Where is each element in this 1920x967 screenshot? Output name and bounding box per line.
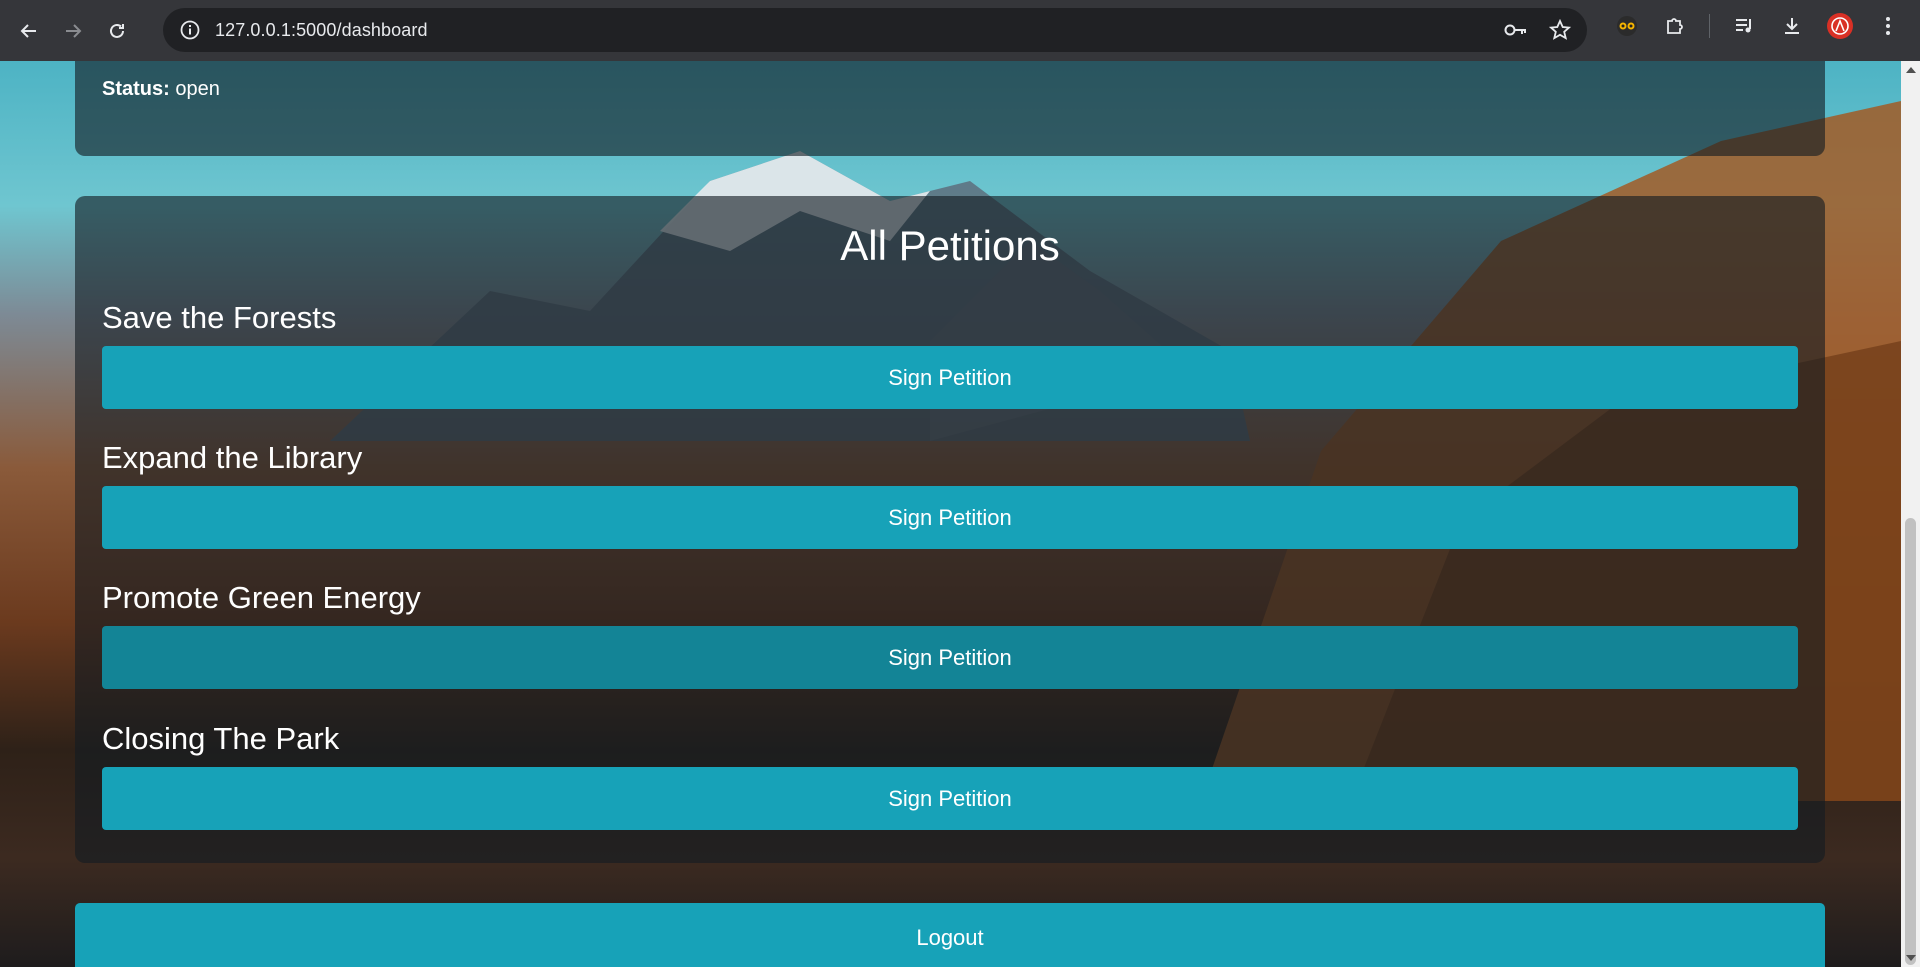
- forward-icon[interactable]: [58, 16, 88, 46]
- page-scrollbar[interactable]: [1901, 61, 1920, 967]
- extension-glasses-icon[interactable]: [1613, 12, 1641, 40]
- petitions-heading: All Petitions: [840, 222, 1060, 269]
- petitions-card: All Petitions Save the Forests Sign Peti…: [75, 196, 1825, 863]
- back-icon[interactable]: [14, 16, 44, 46]
- status-label: Status:: [102, 78, 170, 100]
- page-background: Status: open All Petitions Save the Fore…: [0, 61, 1901, 967]
- status-value: open: [175, 78, 220, 100]
- petition-title: Closing The Park: [102, 721, 340, 756]
- url-text[interactable]: 127.0.0.1:5000/dashboard: [215, 20, 428, 41]
- sign-petition-button[interactable]: Sign Petition: [102, 767, 1798, 830]
- petition-title: Expand the Library: [102, 440, 363, 475]
- reload-icon[interactable]: [102, 16, 132, 46]
- petition-item: Expand the Library Sign Petition: [102, 440, 1798, 549]
- site-info-icon[interactable]: [177, 17, 203, 43]
- petition-item: Closing The Park Sign Petition: [102, 721, 1798, 830]
- key-icon[interactable]: [1503, 17, 1529, 43]
- petition-title: Save the Forests: [102, 300, 337, 335]
- logout-button[interactable]: Logout: [75, 903, 1825, 967]
- star-icon[interactable]: [1547, 17, 1573, 43]
- sign-petition-button[interactable]: Sign Petition: [102, 626, 1798, 689]
- petition-item: Promote Green Energy Sign Petition: [102, 580, 1798, 689]
- address-bar[interactable]: 127.0.0.1:5000/dashboard: [163, 8, 1587, 52]
- scroll-up-arrow-icon[interactable]: [1906, 67, 1916, 73]
- petition-title: Promote Green Energy: [102, 580, 421, 615]
- download-icon[interactable]: [1778, 12, 1806, 40]
- menu-icon[interactable]: [1874, 12, 1902, 40]
- scroll-down-arrow-icon[interactable]: [1906, 955, 1916, 961]
- status-card: Status: open: [75, 61, 1825, 156]
- browser-toolbar: 127.0.0.1:5000/dashboard: [0, 0, 1920, 61]
- sign-petition-button[interactable]: Sign Petition: [102, 346, 1798, 409]
- petition-item: Save the Forests Sign Petition: [102, 300, 1798, 409]
- sign-petition-button[interactable]: Sign Petition: [102, 486, 1798, 549]
- extensions-icon[interactable]: [1661, 12, 1689, 40]
- scrollbar-thumb[interactable]: [1905, 518, 1916, 965]
- toolbar-separator: [1709, 14, 1710, 38]
- media-control-icon[interactable]: [1730, 12, 1758, 40]
- status-line: Status: open: [102, 78, 220, 101]
- profile-avatar-icon[interactable]: [1826, 12, 1854, 40]
